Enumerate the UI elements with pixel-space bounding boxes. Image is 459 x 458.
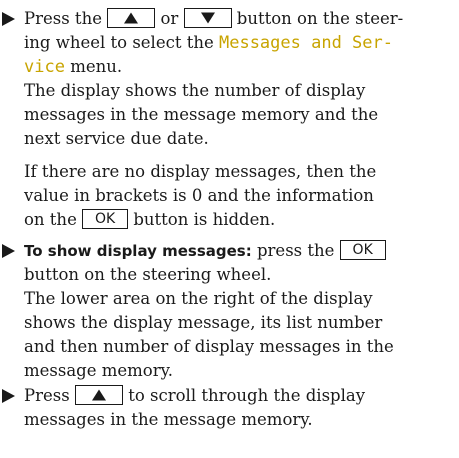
step-text: Press the or button on the steer- ing wh…	[24, 7, 456, 79]
paragraph-text: button is hidden.	[133, 210, 276, 229]
step-heading: To show display messages:	[24, 242, 252, 260]
paragraph-line: on the OK button is hidden.	[24, 208, 456, 232]
instruction-text: Press	[24, 386, 70, 405]
instruction-text: press the	[256, 241, 335, 260]
menu-name: Messages and Ser-	[218, 33, 393, 53]
step-line: Press the or button on the steer-	[24, 7, 456, 31]
instruction-text: to scroll through the display	[128, 386, 366, 405]
step-line: ing wheel to select the Messages and Ser…	[24, 31, 456, 55]
instruction-text: or	[160, 9, 179, 28]
paragraph-line: messages in the message memory and the	[24, 105, 379, 124]
ok-button-symbol: OK	[339, 240, 386, 260]
step-line: Press to scroll through the display	[24, 384, 456, 408]
step-text: Press to scroll through the display mess…	[24, 384, 456, 432]
ok-button-symbol: OK	[82, 209, 129, 229]
step-line: The lower area on the right of the displ…	[24, 289, 373, 308]
step-line: shows the display message, its list numb…	[24, 313, 383, 332]
up-button-symbol	[107, 8, 156, 28]
step-line: and then number of display messages in t…	[24, 337, 394, 356]
paragraph-line: The display shows the number of display	[24, 81, 366, 100]
bullet-icon	[2, 384, 17, 408]
step-line: To show display messages: press the OK	[24, 239, 456, 263]
instruction-text: Press the	[24, 9, 102, 28]
up-arrow-icon	[91, 389, 106, 401]
step-line: button on the steering wheel.	[24, 265, 272, 284]
info-paragraph: If there are no display messages, then t…	[24, 160, 456, 232]
step-line: message memory.	[24, 361, 174, 380]
up-button-symbol	[74, 385, 123, 405]
paragraph-text: on the	[24, 210, 77, 229]
manual-page: Press the or button on the steer- ing wh…	[0, 0, 459, 458]
bullet-icon	[2, 7, 17, 31]
menu-name: vice	[24, 57, 65, 77]
step-line: vice menu.	[24, 55, 456, 79]
step-text: To show display messages: press the OK b…	[24, 239, 456, 383]
down-arrow-icon	[200, 12, 215, 24]
down-button-symbol	[183, 8, 232, 28]
info-paragraph: The display shows the number of display …	[24, 79, 456, 151]
step-line: messages in the message memory.	[24, 410, 313, 429]
instruction-text: menu.	[70, 57, 123, 76]
paragraph-line: next service due date.	[24, 129, 209, 148]
bullet-icon	[2, 239, 17, 263]
instruction-text: button on the steer-	[236, 9, 404, 28]
paragraph-line: value in brackets is 0 and the informati…	[24, 186, 374, 205]
instruction-text: ing wheel to select the	[24, 33, 214, 52]
paragraph-line: If there are no display messages, then t…	[24, 162, 377, 181]
up-arrow-icon	[124, 12, 139, 24]
